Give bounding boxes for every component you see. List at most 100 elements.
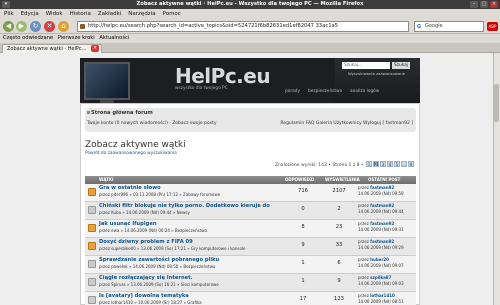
topic-replies: 9 bbox=[301, 242, 305, 248]
topic-title[interactable]: Is [avatary] dowolna tematyka bbox=[99, 293, 189, 299]
col-views: WYŚWIETLENIA bbox=[325, 177, 360, 182]
table-row[interactable]: Dosyć dziwny problem z FIFA 09 przez sup… bbox=[85, 238, 416, 256]
last-post-author[interactable]: przez fastman92 bbox=[358, 239, 394, 244]
bookmark-getting-started[interactable]: Pierwsze kroki bbox=[58, 35, 95, 41]
minimize-icon[interactable]: – bbox=[470, 1, 478, 8]
table-row[interactable]: Is [avatary] dowolna tematyka przez loth… bbox=[85, 292, 416, 305]
maximize-icon[interactable]: □ bbox=[480, 1, 488, 8]
pagination: Znalezione wyniki: 143 • Strona 1 z 8 • … bbox=[275, 161, 414, 168]
topic-title[interactable]: Sprawdzanie zawartości pobranego pliku bbox=[99, 257, 219, 263]
banner-link-security[interactable]: bezpieczeństwo bbox=[308, 89, 342, 94]
page-link[interactable]: 4 bbox=[387, 161, 393, 167]
topic-title[interactable]: Ciągle rozłączający się Internet. bbox=[99, 275, 193, 281]
tab-bar: Zobacz aktywne wątki · HelPc... × bbox=[0, 43, 500, 53]
last-post-author[interactable]: przez lothar1410 bbox=[358, 293, 395, 298]
topic-meta: przez ewa » 14.06.2009 (Nd) 00:24 » Bezp… bbox=[99, 228, 207, 233]
col-topics: WĄTKI bbox=[99, 177, 114, 182]
topic-meta: przez Kuba » 14.06.2009 (Nd) 09:44 » New… bbox=[99, 210, 190, 215]
stop-icon[interactable]: ✕ bbox=[44, 21, 55, 32]
last-post-author[interactable]: przez szpilka87 bbox=[358, 275, 391, 280]
topic-meta: przez pawelek » 14.06.2009 (Nd) 08:50 » … bbox=[99, 264, 216, 269]
url-bar[interactable]: http://helpc.eu/search.php?search_id=act… bbox=[77, 21, 409, 32]
topic-unread-icon bbox=[88, 242, 96, 250]
menu-help[interactable]: Pomoc bbox=[163, 11, 181, 17]
page-title: Zobacz aktywne wątki bbox=[85, 140, 186, 150]
topic-replies: 0 bbox=[301, 206, 305, 212]
page-link[interactable]: 5 bbox=[394, 161, 400, 167]
topic-title[interactable]: Gra w ostatnie słowo bbox=[99, 185, 161, 191]
search-input[interactable]: G Google bbox=[414, 21, 484, 32]
page-link[interactable]: 3 bbox=[380, 161, 386, 167]
user-tools-links[interactable]: Twoje konto (0 nowych wiadomości) · Zoba… bbox=[87, 121, 217, 126]
forum-search-button[interactable]: Szukaj bbox=[392, 62, 410, 69]
topic-unread-icon bbox=[88, 224, 96, 232]
last-post-date: 14.06.2009 (Nd) 08:51 bbox=[358, 299, 404, 304]
menu-history[interactable]: Historia bbox=[70, 11, 91, 17]
menu-bar: Plik Edycja Widok Historia Zakładki Narzędzia… bbox=[0, 9, 500, 19]
back-to-search-link[interactable]: Powrót do zaawansowanego wyszukiwania bbox=[85, 151, 177, 156]
adblock-icon[interactable]: ABP bbox=[487, 22, 498, 31]
topic-replies: 1 bbox=[301, 278, 305, 284]
window-title: Zobacz aktywne wątki · HelPc.eu - Wszyst… bbox=[136, 1, 364, 7]
menu-tools[interactable]: Narzędzia bbox=[128, 11, 155, 17]
table-row[interactable]: Sprawdzanie zawartości pobranego pliku p… bbox=[85, 256, 416, 274]
site-favicon-icon bbox=[80, 24, 85, 29]
topic-title[interactable]: Dosyć dziwny problem z FIFA 09 bbox=[99, 239, 193, 245]
menu-bookmarks[interactable]: Zakładki bbox=[98, 11, 121, 17]
forum-home-link[interactable]: Strona główna forum bbox=[91, 110, 153, 116]
forward-arrow-icon[interactable]: ▶ bbox=[16, 21, 27, 32]
last-post-author[interactable]: przez fastman92 bbox=[358, 203, 394, 208]
banner-link-porady[interactable]: porady bbox=[285, 89, 300, 94]
table-row[interactable]: Chiński filtr blokuje nie tylko porno. D… bbox=[85, 202, 416, 220]
topic-title[interactable]: Jak usunąć Ifupigen bbox=[99, 221, 157, 227]
topic-views: 2 bbox=[337, 206, 341, 212]
table-row[interactable]: Gra w ostatnie słowo przez piter996 » 03… bbox=[85, 184, 416, 202]
forum-search-input[interactable]: Szukaj... bbox=[342, 62, 390, 69]
reload-icon[interactable]: ↻ bbox=[30, 21, 41, 32]
tab-active-topics[interactable]: Zobacz aktywne wątki · HelPc... × bbox=[2, 44, 102, 53]
bookmarks-toolbar: Często odwiedzane Pierwsze kroki Aktualn… bbox=[0, 34, 500, 43]
page-link[interactable]: 8 bbox=[408, 161, 414, 167]
topic-replies: 716 bbox=[298, 188, 308, 194]
table-row[interactable]: Jak usunąć Ifupigen przez ewa » 14.06.20… bbox=[85, 220, 416, 238]
last-post-author[interactable]: przez fastman92 bbox=[358, 185, 394, 190]
col-last-post: OSTATNI POST bbox=[368, 177, 401, 182]
menu-file[interactable]: Plik bbox=[4, 11, 14, 17]
menu-view[interactable]: Widok bbox=[46, 11, 63, 17]
topic-views: 33 bbox=[335, 242, 343, 248]
tab-label: Zobacz aktywne wątki · HelPc... bbox=[7, 46, 87, 52]
table-header: WĄTKI ODPOWIEDZI WYŚWIETLENIA OSTATNI PO… bbox=[85, 176, 416, 184]
scrollbar-thumb[interactable] bbox=[494, 84, 499, 122]
topic-meta: przez lothar1410 » 10.06.2009 (Śr) 18:27… bbox=[99, 300, 202, 305]
page-link[interactable]: 1 bbox=[366, 161, 372, 167]
topic-views: 123 bbox=[334, 296, 344, 302]
topic-icon bbox=[88, 296, 96, 304]
topic-views: 9 bbox=[337, 278, 341, 284]
table-row[interactable]: Ciągle rozłączający się Internet. przez … bbox=[85, 274, 416, 292]
menu-edit[interactable]: Edycja bbox=[21, 11, 39, 17]
home-icon[interactable]: ⌂ bbox=[58, 21, 69, 32]
topic-title[interactable]: Chiński filtr blokuje nie tylko porno. D… bbox=[99, 203, 270, 209]
close-icon[interactable]: × bbox=[490, 1, 498, 8]
topic-meta: przez superbike00 » 13.06.2009 (So) 17:2… bbox=[99, 246, 246, 251]
back-arrow-icon[interactable]: ◀ bbox=[3, 21, 14, 32]
page-link-current[interactable]: 2 bbox=[373, 161, 379, 167]
col-replies: ODPOWIEDZI bbox=[285, 177, 315, 182]
forum-right-links[interactable]: Regulamin FAQ Galeria Użytkownicy Wylogu… bbox=[280, 121, 413, 126]
bookmark-news[interactable]: Aktualności bbox=[99, 35, 129, 41]
tab-close-icon[interactable]: × bbox=[91, 45, 99, 52]
advanced-search-link[interactable]: Wyszukiwanie zaawansowane bbox=[348, 71, 405, 76]
topic-replies: 1 bbox=[301, 260, 305, 266]
topic-meta: przez piter996 » 03.11.2008 (Pn) 17:12 »… bbox=[99, 192, 221, 197]
last-post-date: 14.06.2009 (Nd) 09:58 bbox=[358, 191, 404, 196]
bookmark-most-visited[interactable]: Często odwiedzane bbox=[3, 35, 53, 41]
banner-link-logs[interactable]: analiza logów bbox=[350, 89, 379, 94]
topic-hot-icon bbox=[88, 188, 96, 196]
topic-icon bbox=[88, 206, 96, 214]
site-logo[interactable]: HelPc.eu bbox=[175, 64, 271, 88]
page-content: HelPc.eu wszystko dla twojego PC porady … bbox=[0, 53, 500, 305]
last-post-author[interactable]: przez huber20 bbox=[358, 257, 389, 262]
topic-icon bbox=[88, 278, 96, 286]
last-post-author[interactable]: przez fastman92 bbox=[358, 221, 394, 226]
browser-window: ▾ Zobacz aktywne wątki · HelPc.eu - Wszy… bbox=[0, 0, 500, 305]
